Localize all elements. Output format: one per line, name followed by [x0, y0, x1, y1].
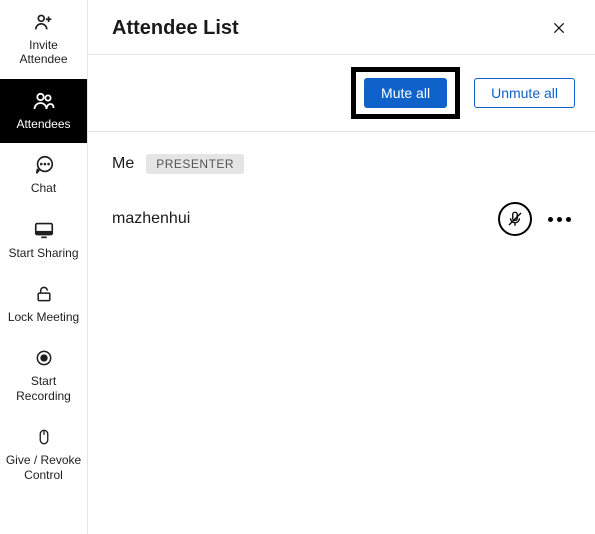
lock-icon: [34, 282, 54, 306]
sidebar-item-give-revoke-control[interactable]: Give / Revoke Control: [0, 415, 87, 494]
sidebar-item-label: Lock Meeting: [8, 310, 79, 324]
mic-muted-icon: [506, 210, 524, 228]
more-options-button[interactable]: [548, 217, 571, 222]
attendee-row-actions: [498, 202, 571, 236]
sidebar-item-start-sharing[interactable]: Start Sharing: [0, 208, 87, 272]
sidebar-item-chat[interactable]: Chat: [0, 143, 87, 207]
record-icon: [34, 346, 54, 370]
mute-all-button[interactable]: Mute all: [364, 78, 447, 108]
panel-header: Attendee List: [88, 0, 595, 55]
sidebar-item-label: Invite Attendee: [4, 38, 83, 67]
sidebar-item-label: Give / Revoke Control: [4, 453, 83, 482]
attendee-name: Me: [112, 155, 134, 173]
dots-icon: [548, 217, 553, 222]
sidebar-item-label: Attendees: [16, 117, 70, 131]
attendee-name: mazhenhui: [112, 210, 190, 228]
page-title: Attendee List: [112, 17, 239, 40]
unmute-all-button[interactable]: Unmute all: [474, 78, 575, 108]
chat-icon: [33, 153, 55, 177]
sidebar: Invite Attendee Attendees Chat: [0, 0, 88, 534]
main-panel: Attendee List Mute all Unmute all Me PRE…: [88, 0, 595, 534]
close-button[interactable]: [547, 16, 571, 40]
attendee-row: mazhenhui: [88, 188, 595, 250]
sidebar-item-attendees[interactable]: Attendees: [0, 79, 87, 143]
mouse-icon: [35, 425, 53, 449]
attendee-list: Me PRESENTER mazhenhui: [88, 132, 595, 258]
mic-muted-button[interactable]: [498, 202, 532, 236]
bulk-actions-bar: Mute all Unmute all: [88, 55, 595, 132]
users-icon: [32, 89, 56, 113]
sidebar-item-label: Chat: [31, 181, 56, 195]
share-screen-icon: [33, 218, 55, 242]
sidebar-item-invite-attendee[interactable]: Invite Attendee: [0, 0, 87, 79]
user-plus-icon: [33, 10, 55, 34]
sidebar-item-label: Start Recording: [4, 374, 83, 403]
sidebar-item-label: Start Sharing: [8, 246, 78, 260]
sidebar-item-start-recording[interactable]: Start Recording: [0, 336, 87, 415]
close-icon: [551, 20, 567, 36]
presenter-badge: PRESENTER: [146, 154, 244, 174]
highlight-mute-all: Mute all: [351, 67, 460, 119]
sidebar-item-lock-meeting[interactable]: Lock Meeting: [0, 272, 87, 336]
attendee-row: Me PRESENTER: [88, 140, 595, 188]
